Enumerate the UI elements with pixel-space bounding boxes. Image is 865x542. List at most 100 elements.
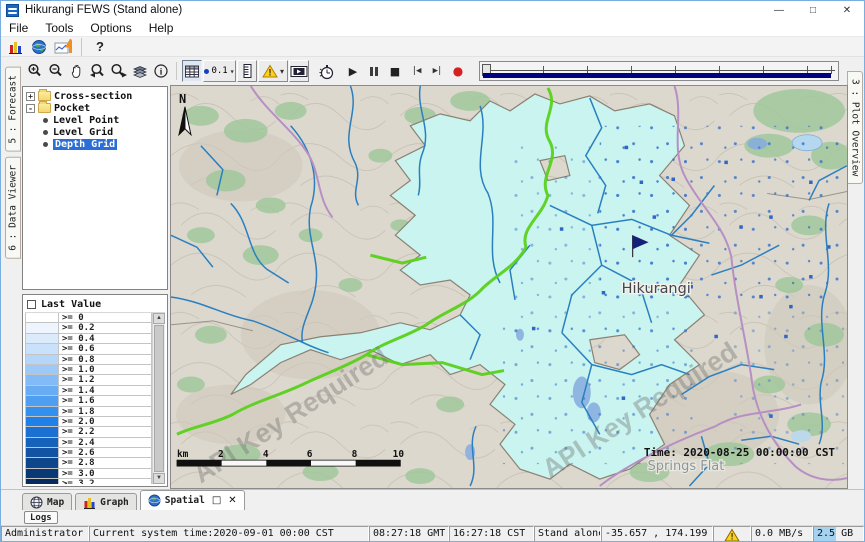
legend-row[interactable]: >= 0.8 — [25, 355, 152, 365]
animation-timer-button[interactable] — [316, 60, 336, 82]
tree-item-level-grid[interactable]: Level Grid — [26, 126, 166, 138]
tab-graph[interactable]: Graph — [75, 493, 137, 510]
tab-data-viewer[interactable]: 6 : Data Viewer — [5, 157, 21, 259]
zoom-next-icon — [110, 63, 128, 79]
tree-item-level-point[interactable]: Level Point — [26, 114, 166, 126]
map-display-button[interactable] — [29, 36, 49, 58]
tab-maximize-icon[interactable]: □ — [212, 495, 221, 506]
main-toolbar: ? — [1, 37, 864, 57]
chart-arrow-icon — [54, 39, 72, 55]
legend-row[interactable]: >= 2.8 — [25, 458, 152, 468]
tree-item-pocket[interactable]: - Pocket — [26, 102, 166, 114]
legend-swatch — [25, 417, 59, 427]
minimize-button[interactable]: — — [762, 1, 796, 19]
legend-swatch — [25, 469, 59, 479]
precision-value: 0.1 — [211, 66, 227, 76]
globe-icon — [31, 39, 47, 55]
tab-plot-overview[interactable]: 3 : Plot Overview — [847, 71, 863, 184]
close-button[interactable]: ✕ — [830, 1, 864, 19]
step-back-button[interactable]: |◀ — [406, 60, 426, 82]
legend-row[interactable]: >= 2.0 — [25, 417, 152, 427]
stop-button[interactable]: ■ — [385, 60, 405, 82]
scroll-down-icon[interactable]: ▼ — [153, 473, 165, 484]
menu-help[interactable]: Help — [149, 21, 174, 35]
legend-row[interactable]: >= 3.0 — [25, 469, 152, 479]
movie-export-button[interactable] — [289, 60, 309, 82]
title-bar[interactable]: Hikurangi FEWS (Stand alone) — □ ✕ — [1, 1, 864, 19]
zoom-out-button[interactable] — [46, 60, 66, 82]
maximize-button[interactable]: □ — [796, 1, 830, 19]
app-window: Hikurangi FEWS (Stand alone) — □ ✕ File … — [0, 0, 865, 542]
layers-icon — [132, 63, 148, 79]
legend-row[interactable]: >= 1.2 — [25, 375, 152, 385]
legend-row[interactable]: >= 1.8 — [25, 407, 152, 417]
spatial-display-button[interactable] — [53, 36, 73, 58]
legend-swatch — [25, 313, 59, 323]
menu-options[interactable]: Options — [90, 21, 131, 35]
zoom-in-button[interactable] — [25, 60, 45, 82]
layers-button[interactable] — [130, 60, 150, 82]
info-button[interactable]: i — [151, 60, 171, 82]
legend-row[interactable]: >= 1.0 — [25, 365, 152, 375]
legend-row[interactable]: >= 0.2 — [25, 323, 152, 333]
tree-item-cross-section[interactable]: + Cross-section — [26, 90, 166, 102]
legend-row[interactable]: >= 2.4 — [25, 438, 152, 448]
tab-map-label: Map — [47, 497, 64, 508]
last-value-checkbox[interactable] — [27, 300, 36, 309]
info-icon: i — [153, 63, 169, 79]
legend-row[interactable]: >= 2.2 — [25, 427, 152, 437]
thresholds-dropdown-button[interactable]: ! ▾ — [258, 60, 288, 82]
menu-file[interactable]: File — [9, 21, 28, 35]
tab-close-icon[interactable]: ✕ — [228, 495, 236, 506]
legend-swatch — [25, 375, 59, 385]
legend-label: >= 3.2 — [59, 479, 152, 484]
status-warning-cell[interactable]: ! — [713, 526, 751, 542]
logs-row: Logs — [1, 510, 864, 525]
legend-label: >= 0.4 — [59, 334, 152, 344]
legend-label: >= 2.2 — [59, 427, 152, 437]
tab-spatial-label: Spatial — [165, 495, 205, 506]
grid-display-button[interactable] — [182, 60, 202, 82]
legend-row[interactable]: >= 0 — [25, 313, 152, 323]
logs-button[interactable]: Logs — [24, 511, 58, 524]
zoom-next-button[interactable] — [109, 60, 129, 82]
tree-item-label: Level Grid — [53, 127, 113, 138]
legend-swatch — [25, 323, 59, 333]
legend-label: >= 1.6 — [59, 396, 152, 406]
map-canvas[interactable]: Hikurangi Springs Flat API Key Required … — [171, 86, 847, 488]
legend-row[interactable]: >= 2.6 — [25, 448, 152, 458]
grid-precision-dropdown[interactable]: 0.1 ▾ — [203, 60, 236, 82]
map-panel: Hikurangi Springs Flat API Key Required … — [170, 85, 848, 489]
status-user: Administrator — [1, 526, 89, 542]
tab-forecast[interactable]: 5 : Forecast — [5, 67, 21, 152]
zoom-previous-button[interactable] — [88, 60, 108, 82]
expand-icon[interactable]: + — [26, 92, 35, 101]
legend-row[interactable]: >= 1.4 — [25, 386, 152, 396]
legend-row[interactable]: >= 0.4 — [25, 334, 152, 344]
legend-ruler-button[interactable] — [237, 60, 257, 82]
help-button[interactable]: ? — [90, 36, 110, 58]
svg-text:i: i — [160, 67, 163, 77]
logs-display-button[interactable] — [5, 36, 25, 58]
legend-row[interactable]: >= 3.2 — [25, 479, 152, 484]
step-back-icon: |◀ — [412, 66, 421, 76]
tab-map[interactable]: Map — [22, 493, 72, 510]
scroll-up-icon[interactable]: ▲ — [153, 313, 165, 324]
collapse-icon[interactable]: - — [26, 104, 35, 113]
scrollbar-thumb[interactable] — [154, 325, 164, 472]
legend-row[interactable]: >= 1.6 — [25, 396, 152, 406]
menu-tools[interactable]: Tools — [45, 21, 73, 35]
legend-scrollbar[interactable]: ▲ ▼ — [152, 313, 165, 484]
status-system-time: Current system time:2020-09-01 00:00 CST — [89, 526, 369, 542]
chevron-down-icon: ▾ — [230, 67, 235, 76]
record-button[interactable]: ● — [448, 60, 468, 82]
tab-spatial[interactable]: Spatial □ ✕ — [140, 490, 245, 510]
pause-button[interactable] — [364, 60, 384, 82]
place-label: Springs Flat — [648, 459, 725, 474]
legend-row[interactable]: >= 0.6 — [25, 344, 152, 354]
timeline-slider[interactable] — [479, 61, 839, 81]
tree-item-depth-grid[interactable]: Depth Grid — [26, 138, 166, 150]
play-button[interactable]: ▶ — [343, 60, 363, 82]
step-forward-button[interactable]: ▶| — [427, 60, 447, 82]
pan-button[interactable] — [67, 60, 87, 82]
